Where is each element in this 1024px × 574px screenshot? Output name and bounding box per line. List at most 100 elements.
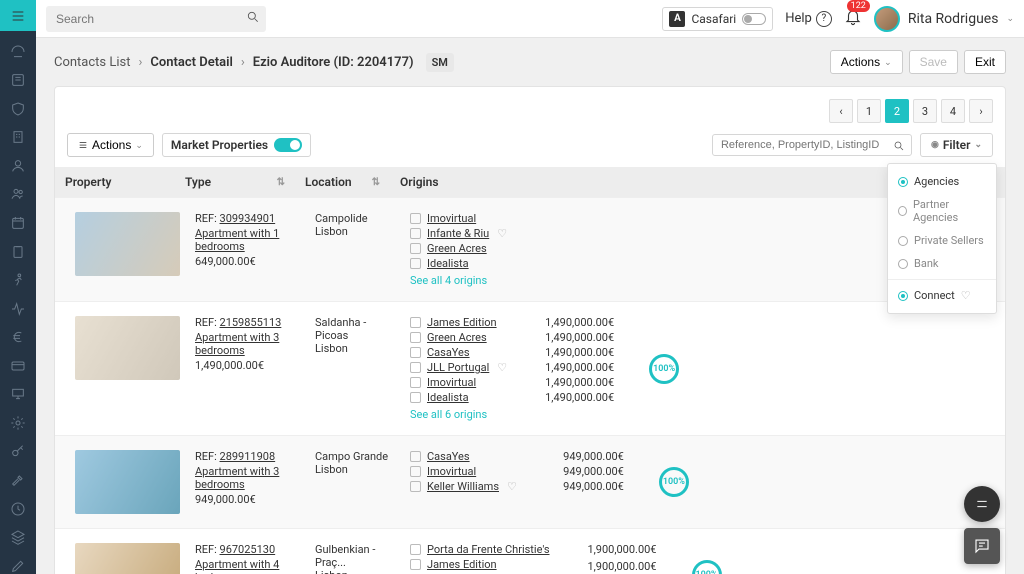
settings-icon[interactable] <box>9 415 27 432</box>
toggle-switch[interactable] <box>742 13 766 25</box>
origin-link[interactable]: James Edition <box>427 316 497 329</box>
breadcrumb-contact-detail[interactable]: Contact Detail <box>150 55 232 70</box>
property-ref-link[interactable]: 967025130 <box>220 543 276 556</box>
origin-checkbox[interactable] <box>410 451 421 462</box>
match-ring: 100% <box>649 354 679 384</box>
property-name-link[interactable]: Apartment with 1 bedrooms <box>195 227 295 253</box>
reference-search-input[interactable] <box>721 139 903 151</box>
page-2-button[interactable]: 2 <box>885 99 909 123</box>
page-1-button[interactable]: 1 <box>857 99 881 123</box>
origin-checkbox[interactable] <box>410 243 421 254</box>
property-ref-link[interactable]: 2159855113 <box>220 316 282 329</box>
origin-link[interactable]: Green Acres <box>427 331 487 344</box>
origin-link[interactable]: CasaYes <box>427 450 470 463</box>
page-4-button[interactable]: 4 <box>941 99 965 123</box>
running-icon[interactable] <box>9 272 27 289</box>
property-price: 949,000.00€ <box>195 493 295 506</box>
origin-link[interactable]: Imovirtual <box>427 465 476 478</box>
fab-menu-button[interactable] <box>964 486 1000 522</box>
layers-icon[interactable] <box>9 529 27 546</box>
property-thumbnail[interactable] <box>75 212 180 276</box>
origin-checkbox[interactable] <box>410 258 421 269</box>
origin-checkbox[interactable] <box>410 559 421 570</box>
origin-checkbox[interactable] <box>410 466 421 477</box>
notifications-button[interactable]: 122 <box>844 8 862 29</box>
casafari-toggle[interactable]: A Casafari <box>662 7 773 31</box>
reference-search[interactable] <box>712 134 912 156</box>
property-name-link[interactable]: Apartment with 3 bedrooms <box>195 331 295 357</box>
dashboard-icon[interactable] <box>9 43 27 60</box>
origin-checkbox[interactable] <box>410 347 421 358</box>
euro-icon[interactable] <box>9 329 27 346</box>
origin-checkbox[interactable] <box>410 213 421 224</box>
origin-link[interactable]: Imovirtual <box>427 376 476 389</box>
exit-button[interactable]: Exit <box>964 50 1006 74</box>
col-location[interactable]: Location⇅ <box>295 167 390 197</box>
chevron-down-icon: ⌄ <box>1006 14 1014 24</box>
origin-item: Imovirtual <box>410 212 507 225</box>
property-thumbnail[interactable] <box>75 543 180 574</box>
user-menu[interactable]: Rita Rodrigues ⌄ <box>874 6 1014 32</box>
filter-option-agencies[interactable]: Agencies <box>888 170 996 193</box>
chat-button[interactable] <box>964 528 1000 564</box>
origin-checkbox[interactable] <box>410 362 421 373</box>
filter-option-private[interactable]: Private Sellers <box>888 229 996 252</box>
origin-checkbox[interactable] <box>410 544 421 555</box>
origin-checkbox[interactable] <box>410 317 421 328</box>
origin-link[interactable]: CasaYes <box>427 346 470 359</box>
origin-link[interactable]: Imovirtual <box>427 212 476 225</box>
actions-dropdown-button[interactable]: Actions ⌄ <box>830 50 903 74</box>
filter-option-connect[interactable]: Connect ♡ <box>888 284 996 307</box>
page-3-button[interactable]: 3 <box>913 99 937 123</box>
col-type[interactable]: Type⇅ <box>175 167 295 197</box>
calendar-icon[interactable] <box>9 215 27 232</box>
origin-checkbox[interactable] <box>410 332 421 343</box>
page-prev-button[interactable]: ‹ <box>829 99 853 123</box>
filter-option-bank[interactable]: Bank <box>888 252 996 275</box>
user-icon[interactable] <box>9 158 27 175</box>
property-thumbnail[interactable] <box>75 316 180 380</box>
origin-link[interactable]: Porta da Frente Christie's <box>427 543 550 556</box>
property-ref-link[interactable]: 309934901 <box>220 212 276 225</box>
feed-icon[interactable] <box>9 72 27 89</box>
page-next-button[interactable]: › <box>969 99 993 123</box>
origin-checkbox[interactable] <box>410 392 421 403</box>
presentation-icon[interactable] <box>9 386 27 403</box>
card-icon[interactable] <box>9 357 27 374</box>
origin-link[interactable]: James Edition <box>427 558 497 571</box>
origin-checkbox[interactable] <box>410 228 421 239</box>
search-input[interactable] <box>56 12 238 26</box>
see-all-origins-link[interactable]: See all 4 origins <box>410 274 507 287</box>
property-ref-link[interactable]: 289911908 <box>220 450 276 463</box>
origin-checkbox[interactable] <box>410 481 421 492</box>
table-actions-button[interactable]: Actions ⌄ <box>67 133 154 157</box>
hammer-icon[interactable] <box>9 472 27 489</box>
users-icon[interactable] <box>9 186 27 203</box>
see-all-origins-link[interactable]: See all 6 origins <box>410 408 507 421</box>
market-properties-toggle[interactable]: Market Properties <box>162 133 311 157</box>
origin-link[interactable]: Keller Williams <box>427 480 499 493</box>
origin-link[interactable]: Idealista <box>427 391 469 404</box>
menu-toggle-button[interactable] <box>0 0 36 31</box>
filter-button[interactable]: ◉ Filter ⌄ <box>920 133 993 157</box>
building-icon[interactable] <box>9 129 27 146</box>
toggle-switch-on[interactable] <box>274 138 302 152</box>
global-search[interactable] <box>46 6 266 32</box>
filter-option-partner[interactable]: Partner Agencies <box>888 193 996 229</box>
origin-link[interactable]: Green Acres <box>427 242 487 255</box>
clipboard-icon[interactable] <box>9 243 27 260</box>
shield-icon[interactable] <box>9 100 27 117</box>
activity-icon[interactable] <box>9 300 27 317</box>
breadcrumb-contacts-list[interactable]: Contacts List <box>54 55 131 70</box>
property-name-link[interactable]: Apartment with 3 bedrooms <box>195 465 295 491</box>
origin-link[interactable]: Infante & Riu <box>427 227 489 240</box>
property-name-link[interactable]: Apartment with 4 bedrooms <box>195 558 295 574</box>
help-button[interactable]: Help ? <box>785 11 832 27</box>
edit-icon[interactable] <box>9 557 27 574</box>
origin-checkbox[interactable] <box>410 377 421 388</box>
property-thumbnail[interactable] <box>75 450 180 514</box>
key-icon[interactable] <box>9 443 27 460</box>
clock-icon[interactable] <box>9 500 27 517</box>
origin-link[interactable]: Idealista <box>427 257 469 270</box>
origin-link[interactable]: JLL Portugal <box>427 361 489 374</box>
